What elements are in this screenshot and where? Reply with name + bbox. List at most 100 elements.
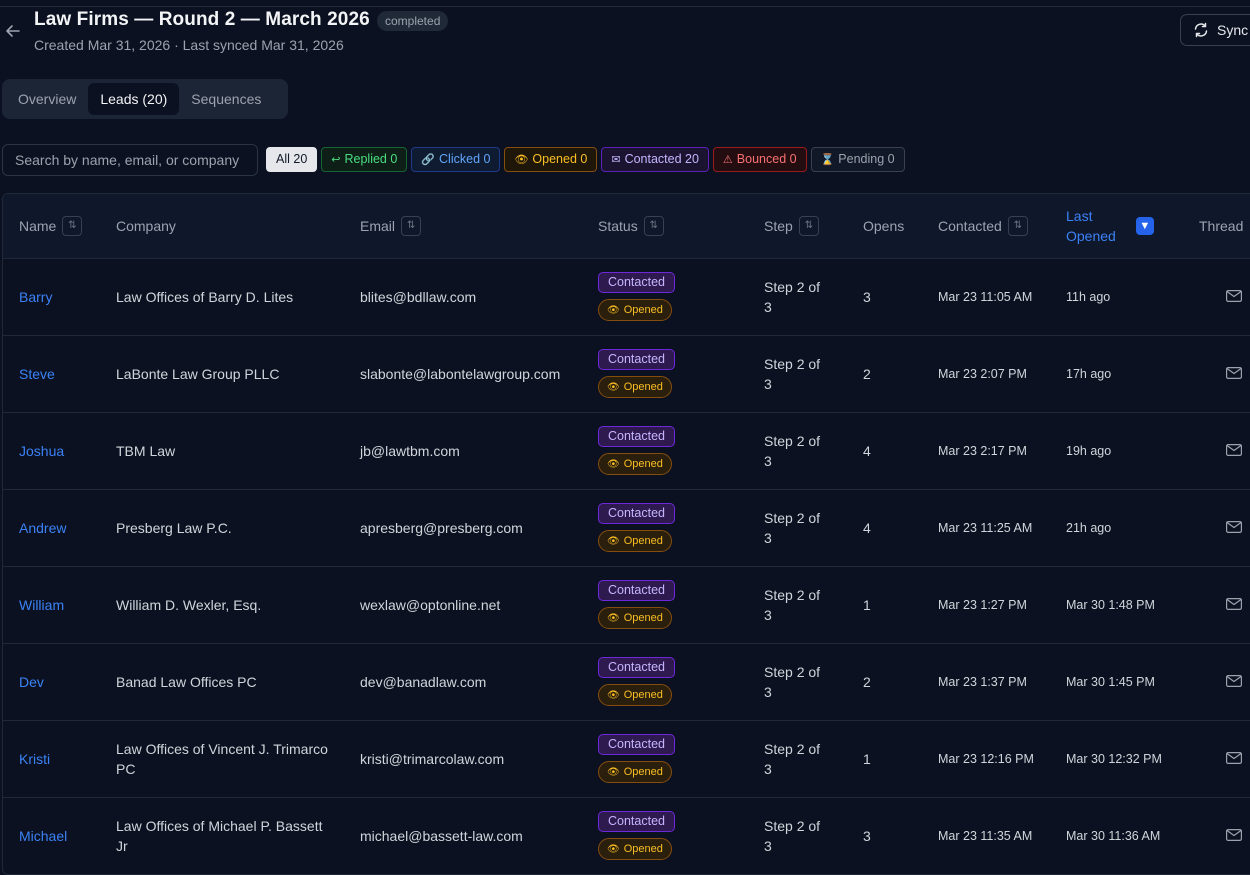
mail-icon[interactable] — [1226, 674, 1242, 687]
opened-badge: 👁 Opened — [598, 607, 672, 629]
lead-step-1: Step 2 of — [764, 740, 821, 757]
table-row[interactable]: William William D. Wexler, Esq. wexlaw@o… — [3, 566, 1250, 643]
lead-name[interactable]: Kristi — [19, 751, 50, 767]
table-row[interactable]: Kristi Law Offices of Vincent J. Trimarc… — [3, 720, 1250, 797]
tab-leads[interactable]: Leads (20) — [88, 83, 180, 115]
lead-contacted-date: Mar 23 2:17 PM — [938, 443, 1027, 458]
filter-pending[interactable]: ⌛ Pending 0 — [810, 147, 905, 172]
lead-opens: 2 — [863, 365, 871, 382]
lead-opens: 4 — [863, 442, 871, 459]
filter-bounced[interactable]: ⚠ Bounced 0 — [712, 147, 807, 172]
mail-icon[interactable] — [1226, 443, 1242, 456]
lead-opens: 4 — [863, 519, 871, 536]
sort-desc-icon[interactable]: ▼ — [1135, 216, 1154, 235]
table-row[interactable]: Barry Law Offices of Barry D. Lites blit… — [3, 258, 1250, 335]
col-step[interactable]: Step ⇅ — [748, 194, 847, 258]
lead-name[interactable]: Joshua — [19, 443, 64, 459]
filter-clicked-label: Clicked 0 — [439, 152, 491, 166]
tab-overview[interactable]: Overview — [6, 83, 88, 115]
lead-contacted-date: Mar 23 2:07 PM — [938, 366, 1027, 381]
lead-company: TBM Law — [116, 442, 176, 459]
sort-icon[interactable]: ⇅ — [1007, 215, 1028, 236]
col-status[interactable]: Status ⇅ — [582, 194, 748, 258]
mail-icon[interactable] — [1226, 289, 1242, 302]
filter-pending-label: Pending 0 — [838, 152, 895, 166]
lead-last-opened: Mar 30 11:36 AM — [1066, 828, 1161, 843]
col-opens-label: Opens — [863, 217, 905, 234]
col-email[interactable]: Email ⇅ — [344, 194, 582, 258]
reply-icon: ↩ — [331, 154, 341, 166]
col-name[interactable]: Name ⇅ — [3, 194, 100, 258]
sort-icon[interactable]: ⇅ — [401, 215, 422, 236]
tab-sequences[interactable]: Sequences — [179, 83, 273, 115]
sort-icon[interactable]: ⇅ — [62, 215, 83, 236]
filter-replied[interactable]: ↩ Replied 0 — [321, 147, 408, 172]
search-input[interactable] — [2, 144, 258, 176]
status-badge: completed — [377, 11, 449, 31]
lead-step-2: 3 — [764, 452, 772, 469]
mail-icon[interactable] — [1226, 520, 1242, 533]
col-status-label: Status — [598, 217, 638, 234]
sort-icon[interactable]: ⇅ — [798, 215, 819, 236]
lead-contacted-date: Mar 23 12:16 PM — [938, 751, 1034, 766]
lead-company: William D. Wexler, Esq. — [116, 596, 262, 613]
eye-icon: 👁 — [607, 459, 620, 470]
lead-last-opened: 21h ago — [1066, 520, 1112, 535]
lead-name[interactable]: Dev — [19, 674, 44, 690]
link-icon: 🔗 — [421, 154, 436, 166]
eye-icon: 👁 — [607, 305, 620, 316]
contacted-badge: Contacted — [598, 272, 675, 293]
lead-name[interactable]: Steve — [19, 366, 55, 382]
lead-last-opened: Mar 30 12:32 PM — [1066, 751, 1162, 766]
warning-icon: ⚠ — [722, 154, 733, 166]
col-contacted[interactable]: Contacted ⇅ — [922, 194, 1050, 258]
col-company-label: Company — [116, 217, 176, 234]
lead-contacted-date: Mar 23 11:25 AM — [938, 520, 1033, 535]
lead-step-2: 3 — [764, 837, 772, 854]
lead-opens: 3 — [863, 288, 871, 305]
lead-step-2: 3 — [764, 298, 772, 315]
table-row[interactable]: Joshua TBM Law jb@lawtbm.com Contacted 👁… — [3, 412, 1250, 489]
lead-step-1: Step 2 of — [764, 509, 821, 526]
table-row[interactable]: Dev Banad Law Offices PC dev@banadlaw.co… — [3, 643, 1250, 720]
opened-badge: 👁 Opened — [598, 376, 672, 398]
col-company: Company — [100, 194, 344, 258]
lead-step-1: Step 2 of — [764, 663, 821, 680]
mail-icon[interactable] — [1226, 597, 1242, 610]
contacted-badge: Contacted — [598, 503, 675, 524]
eye-icon: 👁 — [514, 154, 529, 166]
table-row[interactable]: Steve LaBonte Law Group PLLC slabonte@la… — [3, 335, 1250, 412]
lead-company: Banad Law Offices PC — [116, 673, 257, 690]
table-row[interactable]: Andrew Presberg Law P.C. apresberg@presb… — [3, 489, 1250, 566]
filter-bounced-label: Bounced 0 — [736, 152, 797, 166]
lead-opens: 2 — [863, 673, 871, 690]
opened-badge: 👁 Opened — [598, 684, 672, 706]
opened-badge-label: Opened — [623, 766, 663, 778]
lead-email: jb@lawtbm.com — [360, 442, 460, 459]
eye-icon: 👁 — [607, 382, 620, 393]
lead-name[interactable]: Andrew — [19, 520, 66, 536]
eye-icon: 👁 — [607, 767, 620, 778]
sync-label: Sync — [1217, 22, 1249, 38]
lead-last-opened: Mar 30 1:45 PM — [1066, 674, 1155, 689]
col-last-opened[interactable]: Last Opened ▼ — [1050, 194, 1183, 258]
lead-name[interactable]: Barry — [19, 289, 52, 305]
back-arrow-icon[interactable] — [4, 22, 22, 40]
filter-clicked[interactable]: 🔗 Clicked 0 — [411, 147, 501, 172]
lead-name[interactable]: Michael — [19, 828, 67, 844]
lead-name[interactable]: William — [19, 597, 64, 613]
opened-badge-label: Opened — [623, 381, 663, 393]
mail-icon[interactable] — [1226, 751, 1242, 764]
lead-last-opened: Mar 30 1:48 PM — [1066, 597, 1155, 612]
sort-icon[interactable]: ⇅ — [643, 215, 664, 236]
sync-button[interactable]: Sync — [1180, 14, 1250, 46]
filter-opened[interactable]: 👁 Opened 0 — [504, 147, 598, 172]
table-row[interactable]: Michael Law Offices of Michael P. Basset… — [3, 797, 1250, 874]
lead-step-1: Step 2 of — [764, 432, 821, 449]
filter-contacted[interactable]: ✉ Contacted 20 — [601, 147, 709, 172]
mail-icon[interactable] — [1226, 828, 1242, 841]
filter-opened-label: Opened 0 — [532, 152, 588, 166]
contacted-badge: Contacted — [598, 811, 675, 833]
filter-all[interactable]: All 20 — [266, 147, 318, 172]
mail-icon[interactable] — [1226, 366, 1242, 379]
